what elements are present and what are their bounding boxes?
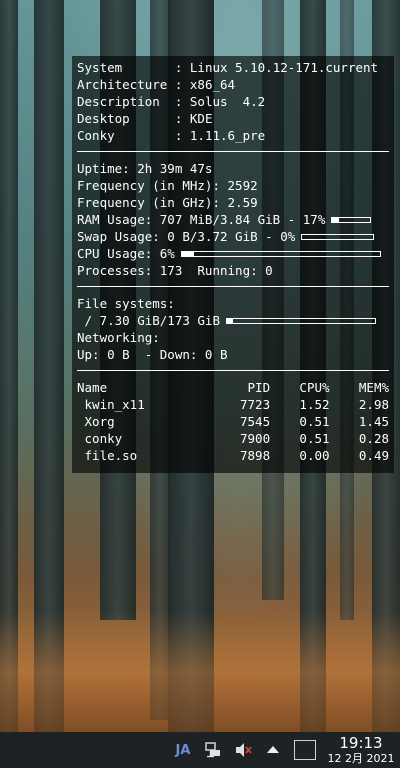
input-method-indicator[interactable]: JA [168, 732, 198, 768]
process-cpu: 0.51 [299, 414, 330, 429]
clock[interactable]: 19:13 12 2月 2021 [322, 734, 400, 766]
process-name: conky [77, 431, 123, 446]
col-pid: PID [247, 380, 271, 395]
network-icon[interactable] [198, 732, 228, 768]
desktop-row: Desktop : KDE [77, 111, 213, 126]
process-name: file.so [77, 448, 138, 463]
networking-title: Networking: [77, 330, 160, 345]
table-row: Xorg 7545 0.51 1.45 [77, 413, 389, 430]
divider [77, 370, 389, 371]
system-row: System : Linux 5.10.12-171.current [77, 60, 379, 75]
root-fs-bar [226, 317, 376, 324]
forest-floor [0, 612, 400, 732]
process-mem: 0.28 [358, 431, 389, 446]
table-row: conky 7900 0.51 0.28 [77, 430, 389, 447]
ram-usage-fill [332, 217, 339, 222]
desktop-label: Desktop [77, 111, 175, 126]
process-pid: 7723 [240, 397, 271, 412]
architecture-row: Architecture : x86_64 [77, 77, 236, 92]
process-table: Name PID CPU% MEM% kwin_x11 7723 1.52 2.… [77, 379, 389, 464]
frequency-mhz-text: Frequency (in MHz): 2592 [77, 178, 258, 193]
conky-panel: System : Linux 5.10.12-171.current Archi… [72, 56, 394, 473]
table-row: kwin_x11 7723 1.52 2.98 [77, 396, 389, 413]
cpu-usage-text: CPU Usage: 6% [77, 246, 175, 261]
conky-row: Conky : 1.11.6_pre [77, 128, 266, 143]
architecture-value: x86_64 [189, 77, 236, 92]
ram-usage-bar [331, 216, 372, 223]
taskbar: JA 19:13 12 2月 2021 [0, 732, 400, 768]
ram-usage-row: RAM Usage: 707 MiB/3.84 GiB - 17% [77, 211, 389, 228]
process-mem: 0.49 [358, 448, 389, 463]
process-cpu: 0.00 [299, 448, 330, 463]
divider [77, 151, 389, 152]
description-label: Description [77, 94, 175, 109]
uptime-text: Uptime: 2h 39m 47s [77, 161, 213, 176]
process-mem: 2.98 [358, 397, 389, 412]
col-cpu: CPU% [299, 380, 330, 395]
process-name: kwin_x11 [77, 397, 145, 412]
root-fs-row: / 7.30 GiB/173 GiB [77, 312, 389, 329]
process-pid: 7898 [240, 448, 271, 463]
system-label: System [77, 60, 175, 75]
col-mem: MEM% [358, 380, 389, 395]
tray-expand-icon[interactable] [258, 732, 288, 768]
table-row: file.so 7898 0.00 0.49 [77, 447, 389, 464]
swap-usage-bar [301, 233, 375, 240]
conky-label: Conky [77, 128, 175, 143]
process-cpu: 1.52 [299, 397, 330, 412]
network-traffic-text: Up: 0 B - Down: 0 B [77, 347, 228, 362]
process-name: Xorg [77, 414, 115, 429]
divider [77, 286, 389, 287]
col-name: Name [77, 380, 108, 395]
volume-muted-icon[interactable] [228, 732, 258, 768]
frequency-ghz-text: Frequency (in GHz): 2.59 [77, 195, 258, 210]
process-cpu: 0.51 [299, 431, 330, 446]
clock-date: 12 2月 2021 [327, 752, 395, 765]
description-value: Solus 4.2 [189, 94, 266, 109]
processes-text: Processes: 173 Running: 0 [77, 263, 273, 278]
process-pid: 7900 [240, 431, 271, 446]
swap-usage-row: Swap Usage: 0 B/3.72 GiB - 0% [77, 228, 389, 245]
clock-time: 19:13 [339, 734, 383, 752]
process-table-header: Name PID CPU% MEM% [77, 379, 389, 396]
description-row: Description : Solus 4.2 [77, 94, 266, 109]
desktop-value: KDE [189, 111, 213, 126]
show-desktop-icon[interactable] [294, 740, 316, 760]
system-value: Linux 5.10.12-171.current [189, 60, 379, 75]
filesystems-title: File systems: [77, 296, 175, 311]
process-mem: 1.45 [358, 414, 389, 429]
root-fs-text: / 7.30 GiB/173 GiB [77, 313, 220, 328]
cpu-usage-fill [181, 251, 194, 256]
ram-usage-text: RAM Usage: 707 MiB/3.84 GiB - 17% [77, 212, 326, 227]
swap-usage-text: Swap Usage: 0 B/3.72 GiB - 0% [77, 229, 296, 244]
process-pid: 7545 [240, 414, 271, 429]
cpu-usage-bar [180, 250, 381, 257]
root-fs-fill [227, 318, 233, 323]
cpu-usage-row: CPU Usage: 6% [77, 245, 389, 262]
conky-value: 1.11.6_pre [189, 128, 266, 143]
architecture-label: Architecture [77, 77, 175, 92]
